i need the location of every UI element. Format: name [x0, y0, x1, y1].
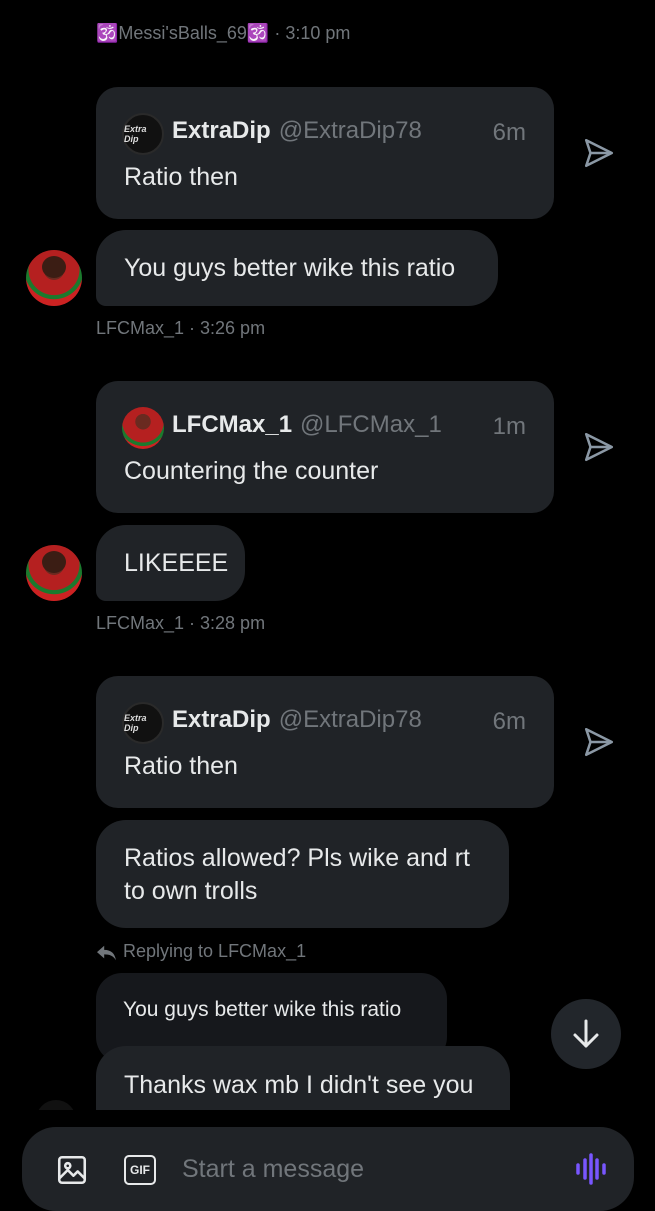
post-author-name: LFCMax_1 — [172, 411, 293, 438]
emoji-prefix: 🕉️ — [96, 23, 119, 43]
message-time: 3:10 pm — [285, 23, 351, 43]
message-meta: LFCMax_1 · 3:26 pm — [96, 318, 266, 338]
reply-arrow-icon — [97, 945, 116, 961]
image-icon[interactable] — [55, 1153, 89, 1187]
message-meta: LFCMax_1 · 3:28 pm — [96, 613, 266, 633]
shared-post-card[interactable]: Extra Dip ExtraDip @ExtraDip78 6m Ratio t… — [96, 87, 554, 219]
post-author-name: ExtraDip — [172, 706, 271, 733]
arrow-down-icon — [573, 1019, 599, 1048]
share-icon[interactable] — [582, 430, 616, 464]
message-bubble[interactable]: You guys better wike this ratio — [96, 230, 498, 306]
message-bubble[interactable]: LIKEEEE — [96, 525, 245, 601]
avatar[interactable] — [26, 545, 82, 601]
gif-label: GIF — [130, 1163, 150, 1177]
share-icon[interactable] — [582, 725, 616, 759]
extradip-avatar: Extra Dip — [122, 113, 164, 155]
shared-post-card[interactable]: LFCMax_1 @LFCMax_1 1m Countering the coun… — [96, 381, 554, 513]
post-author-handle: @LFCMax_1 — [300, 411, 442, 438]
message-input[interactable]: Start a message — [182, 1155, 364, 1184]
post-author-handle: @ExtraDip78 — [278, 706, 422, 733]
replying-to-label: Replying to LFCMax_1 — [123, 941, 307, 961]
avatar[interactable] — [26, 250, 82, 306]
shared-post-card[interactable]: Extra Dip ExtraDip @ExtraDip78 6m Ratio t… — [96, 676, 554, 808]
message-composer[interactable]: GIF Start a message — [22, 1127, 634, 1211]
post-author-name: ExtraDip — [172, 117, 271, 144]
post-time: 1m — [492, 413, 526, 440]
emoji-suffix: 🕉️ — [246, 23, 270, 43]
voice-message-icon[interactable] — [574, 1151, 608, 1187]
post-text: Countering the counter — [124, 457, 379, 485]
post-time: 6m — [492, 708, 526, 735]
post-author-handle: @ExtraDip78 — [278, 117, 422, 144]
message-bubble[interactable]: Ratios allowed? Pls wike and rt to own t… — [96, 820, 509, 928]
message-meta: 🕉️Messi'sBalls_69🕉️ · 3:10 pm — [96, 23, 351, 43]
lfcmax-avatar — [122, 407, 164, 449]
post-time: 6m — [492, 119, 526, 146]
share-icon[interactable] — [582, 136, 616, 170]
gif-button[interactable]: GIF — [124, 1155, 156, 1185]
post-text: Ratio then — [124, 752, 238, 780]
post-text: Ratio then — [124, 163, 238, 191]
scroll-to-bottom-button[interactable] — [551, 999, 621, 1069]
sender-name: Messi'sBalls_69 — [118, 23, 247, 43]
quoted-message-text: You guys better wike this ratio — [123, 998, 402, 1021]
extradip-avatar: Extra Dip — [122, 702, 164, 744]
